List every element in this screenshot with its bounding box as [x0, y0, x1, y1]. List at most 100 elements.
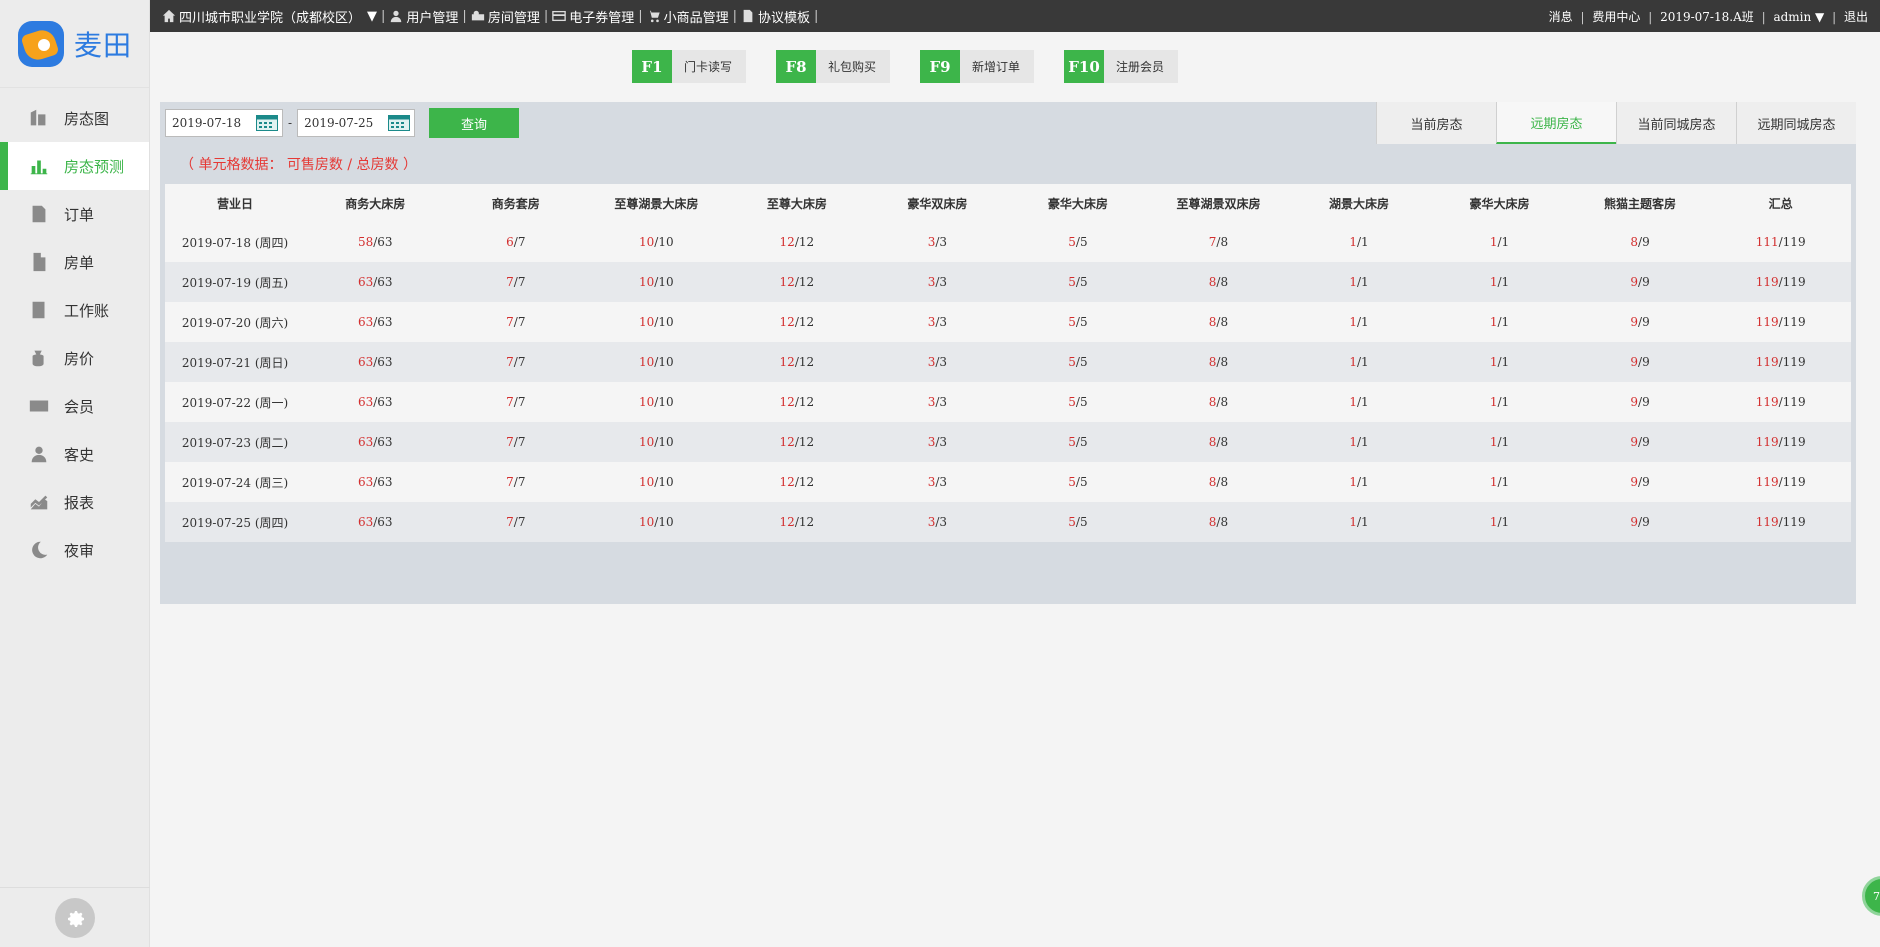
- availability-cell[interactable]: 63/63: [305, 342, 446, 382]
- availability-cell[interactable]: 3/3: [867, 422, 1008, 462]
- availability-cell[interactable]: 9/9: [1569, 382, 1711, 422]
- availability-cell[interactable]: 8/8: [1148, 262, 1289, 302]
- availability-cell[interactable]: 9/9: [1569, 262, 1711, 302]
- availability-cell[interactable]: 3/3: [867, 262, 1008, 302]
- start-date-input[interactable]: 2019-07-18: [165, 109, 283, 137]
- availability-cell[interactable]: 3/3: [867, 302, 1008, 342]
- availability-cell[interactable]: 5/5: [1007, 382, 1149, 422]
- fee-center-link[interactable]: 费用中心: [1592, 10, 1640, 24]
- availability-cell[interactable]: 5/5: [1007, 302, 1149, 342]
- tab-0[interactable]: 当前房态: [1376, 102, 1496, 144]
- availability-cell[interactable]: 10/10: [586, 502, 727, 542]
- availability-cell[interactable]: 12/12: [726, 222, 868, 262]
- availability-cell[interactable]: 119/119: [1710, 502, 1851, 542]
- availability-cell[interactable]: 119/119: [1710, 262, 1851, 302]
- hotel-selector[interactable]: 四川城市职业学院（成都校区） ▼: [162, 7, 377, 26]
- chat-bubble[interactable]: 77: [1862, 876, 1880, 916]
- availability-cell[interactable]: 119/119: [1710, 342, 1851, 382]
- sidebar-item-9[interactable]: 夜审: [0, 526, 149, 574]
- availability-cell[interactable]: 5/5: [1007, 502, 1149, 542]
- sidebar-item-4[interactable]: 工作账: [0, 286, 149, 334]
- availability-cell[interactable]: 5/5: [1007, 462, 1149, 502]
- availability-cell[interactable]: 7/7: [445, 302, 587, 342]
- availability-cell[interactable]: 9/9: [1569, 342, 1711, 382]
- availability-cell[interactable]: 1/1: [1288, 462, 1430, 502]
- availability-cell[interactable]: 3/3: [867, 222, 1008, 262]
- availability-cell[interactable]: 7/7: [445, 382, 587, 422]
- shortcut-f8[interactable]: F8 礼包购买: [775, 50, 890, 83]
- availability-cell[interactable]: 58/63: [305, 222, 446, 262]
- availability-cell[interactable]: 10/10: [586, 422, 727, 462]
- availability-cell[interactable]: 10/10: [586, 462, 727, 502]
- availability-cell[interactable]: 10/10: [586, 382, 727, 422]
- availability-cell[interactable]: 8/8: [1148, 302, 1289, 342]
- availability-cell[interactable]: 10/10: [586, 222, 727, 262]
- availability-cell[interactable]: 1/1: [1429, 502, 1570, 542]
- availability-cell[interactable]: 9/9: [1569, 422, 1711, 462]
- availability-cell[interactable]: 1/1: [1429, 302, 1570, 342]
- availability-cell[interactable]: 8/8: [1148, 342, 1289, 382]
- availability-cell[interactable]: 12/12: [726, 262, 868, 302]
- end-date-input[interactable]: 2019-07-25: [297, 109, 416, 137]
- availability-cell[interactable]: 7/8: [1148, 222, 1289, 262]
- sidebar-item-3[interactable]: 房单: [0, 238, 149, 286]
- availability-cell[interactable]: 12/12: [726, 302, 868, 342]
- menu-room-management[interactable]: 房间管理: [471, 7, 540, 26]
- availability-cell[interactable]: 5/5: [1007, 262, 1149, 302]
- availability-cell[interactable]: 12/12: [726, 502, 868, 542]
- availability-cell[interactable]: 1/1: [1429, 262, 1570, 302]
- availability-cell[interactable]: 12/12: [726, 462, 868, 502]
- availability-cell[interactable]: 12/12: [726, 342, 868, 382]
- menu-user-management[interactable]: 用户管理: [389, 7, 458, 26]
- availability-cell[interactable]: 3/3: [867, 462, 1008, 502]
- menu-coupon-management[interactable]: 电子券管理: [552, 7, 634, 26]
- availability-cell[interactable]: 9/9: [1569, 302, 1711, 342]
- availability-cell[interactable]: 7/7: [445, 342, 587, 382]
- availability-cell[interactable]: 8/8: [1148, 502, 1289, 542]
- availability-cell[interactable]: 119/119: [1710, 302, 1851, 342]
- sidebar-item-0[interactable]: 房态图: [0, 94, 149, 142]
- sidebar-item-1[interactable]: 房态预测: [0, 142, 149, 190]
- availability-cell[interactable]: 5/5: [1007, 222, 1149, 262]
- menu-agreement-template[interactable]: 协议模板: [741, 7, 810, 26]
- availability-cell[interactable]: 63/63: [305, 262, 446, 302]
- availability-cell[interactable]: 63/63: [305, 502, 446, 542]
- availability-cell[interactable]: 8/9: [1569, 222, 1711, 262]
- availability-cell[interactable]: 1/1: [1429, 222, 1570, 262]
- availability-cell[interactable]: 1/1: [1429, 382, 1570, 422]
- availability-cell[interactable]: 9/9: [1569, 462, 1711, 502]
- availability-cell[interactable]: 63/63: [305, 462, 446, 502]
- sidebar-item-6[interactable]: 会员: [0, 382, 149, 430]
- menu-goods-management[interactable]: 小商品管理: [647, 7, 729, 26]
- settings-button[interactable]: [55, 897, 95, 938]
- calendar-icon[interactable]: [388, 115, 411, 131]
- availability-cell[interactable]: 119/119: [1710, 422, 1851, 462]
- query-button[interactable]: 查询: [429, 108, 520, 138]
- shortcut-f9[interactable]: F9 新增订单: [920, 50, 1035, 83]
- availability-cell[interactable]: 7/7: [445, 502, 587, 542]
- logo[interactable]: 麦田: [0, 0, 149, 88]
- user-menu[interactable]: admin ▼: [1773, 10, 1824, 24]
- tab-2[interactable]: 当前同城房态: [1616, 102, 1736, 144]
- availability-cell[interactable]: 12/12: [726, 422, 868, 462]
- availability-cell[interactable]: 7/7: [445, 462, 587, 502]
- availability-cell[interactable]: 7/7: [445, 262, 587, 302]
- availability-cell[interactable]: 5/5: [1007, 342, 1149, 382]
- availability-cell[interactable]: 7/7: [445, 422, 587, 462]
- availability-cell[interactable]: 9/9: [1569, 502, 1711, 542]
- availability-cell[interactable]: 1/1: [1288, 262, 1430, 302]
- calendar-icon[interactable]: [256, 115, 278, 131]
- availability-cell[interactable]: 119/119: [1710, 382, 1851, 422]
- logout-link[interactable]: 退出: [1844, 10, 1868, 24]
- availability-cell[interactable]: 1/1: [1288, 502, 1430, 542]
- availability-cell[interactable]: 3/3: [867, 382, 1008, 422]
- availability-cell[interactable]: 12/12: [726, 382, 868, 422]
- availability-cell[interactable]: 3/3: [867, 342, 1008, 382]
- availability-cell[interactable]: 10/10: [586, 302, 727, 342]
- availability-cell[interactable]: 119/119: [1710, 462, 1851, 502]
- availability-cell[interactable]: 1/1: [1429, 342, 1570, 382]
- availability-cell[interactable]: 63/63: [305, 382, 446, 422]
- shortcut-f1[interactable]: F1 门卡读写: [631, 50, 746, 83]
- availability-cell[interactable]: 8/8: [1148, 382, 1289, 422]
- sidebar-item-2[interactable]: 订单: [0, 190, 149, 238]
